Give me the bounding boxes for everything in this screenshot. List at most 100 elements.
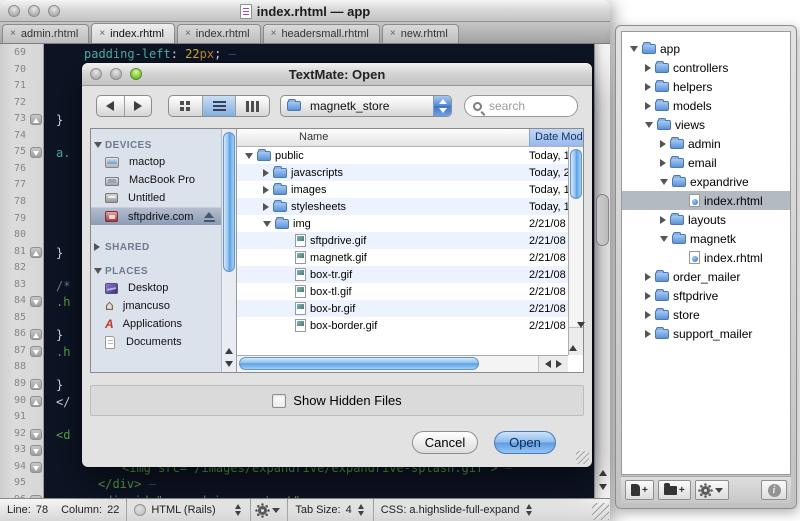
- fold-button[interactable]: [30, 462, 42, 473]
- tree-item-controllers-1[interactable]: controllers: [622, 58, 790, 77]
- scroll-up-arrow[interactable]: [599, 470, 607, 476]
- disclosure-triangle[interactable]: [263, 221, 271, 227]
- tab-index-rhtml-1[interactable]: ×index.rhtml: [91, 23, 175, 43]
- close-tab-icon[interactable]: ×: [271, 29, 277, 39]
- sidebar-scroll-up-arrow[interactable]: [225, 348, 233, 354]
- editor-scrollbar-thumb[interactable]: [596, 194, 609, 246]
- tree-item-store-14[interactable]: store: [622, 305, 790, 324]
- disclosure-triangle[interactable]: [245, 153, 253, 159]
- file-scroll-up-arrow[interactable]: [569, 328, 577, 351]
- icon-view-button[interactable]: [169, 96, 203, 116]
- tab-new-rhtml-4[interactable]: ×new.rhtml: [382, 24, 459, 43]
- file-list-vscroll-thumb[interactable]: [570, 149, 582, 199]
- tree-item-admin-5[interactable]: admin: [622, 134, 790, 153]
- sidebar-item-untitled[interactable]: Untitled: [91, 189, 221, 207]
- disclosure-triangle[interactable]: [645, 311, 651, 319]
- file-row-javascripts[interactable]: javascriptsToday, 2: [237, 164, 583, 181]
- disclosure-triangle[interactable]: [645, 64, 651, 72]
- sidebar-item-macbook-pro[interactable]: MacBook Pro: [91, 171, 221, 189]
- tree-item-layouts-9[interactable]: layouts: [622, 210, 790, 229]
- sidebar-item-jmancuso[interactable]: ⌂jmancuso: [91, 297, 221, 315]
- close-tab-icon[interactable]: ×: [99, 29, 105, 39]
- sidebar-scrollbar-thumb[interactable]: [223, 132, 235, 272]
- close-tab-icon[interactable]: ×: [10, 29, 16, 39]
- sidebar-scrollbar[interactable]: [221, 129, 236, 372]
- section-disclosure-triangle[interactable]: [94, 142, 102, 148]
- file-list-horizontal-scrollbar[interactable]: [237, 355, 568, 372]
- scope-popup[interactable]: CSS: a.highslide-full-expand: [374, 499, 541, 521]
- fold-button[interactable]: [30, 114, 42, 125]
- forward-button[interactable]: [125, 96, 152, 116]
- file-row-box-tr-gif[interactable]: box-tr.gif2/21/08: [237, 266, 583, 283]
- tree-item-models-3[interactable]: models: [622, 96, 790, 115]
- tab-headersmall-rhtml-3[interactable]: ×headersmall.rhtml: [263, 24, 380, 43]
- new-folder-button[interactable]: +: [658, 480, 691, 500]
- fold-button[interactable]: [30, 396, 42, 407]
- file-row-box-br-gif[interactable]: box-br.gif2/21/08: [237, 300, 583, 317]
- fold-button[interactable]: [30, 247, 42, 258]
- disclosure-triangle[interactable]: [645, 292, 651, 300]
- dialog-titlebar[interactable]: TextMate: Open: [82, 63, 592, 86]
- sidebar-item-desktop[interactable]: Desktop: [91, 279, 221, 297]
- cancel-button[interactable]: Cancel: [412, 431, 478, 454]
- fold-button[interactable]: [30, 379, 42, 390]
- file-scroll-left-arrow[interactable]: [545, 360, 551, 368]
- tab-admin-rhtml-0[interactable]: ×admin.rhtml: [2, 24, 89, 43]
- close-tab-icon[interactable]: ×: [185, 29, 191, 39]
- disclosure-triangle[interactable]: [660, 140, 666, 148]
- list-view-button[interactable]: [203, 96, 237, 116]
- search-input[interactable]: [487, 98, 569, 114]
- disclosure-triangle[interactable]: [645, 122, 653, 128]
- column-view-button[interactable]: [236, 96, 269, 116]
- date-modified-column-header[interactable]: Date Mod: [529, 129, 583, 146]
- sidebar-item-sftpdrive-com[interactable]: sftpdrive.com: [91, 207, 221, 225]
- disclosure-triangle[interactable]: [660, 216, 666, 224]
- new-file-button[interactable]: +: [625, 480, 654, 500]
- tree-item-helpers-2[interactable]: helpers: [622, 77, 790, 96]
- dialog-resize-grip[interactable]: [576, 451, 589, 464]
- file-row-public[interactable]: publicToday, 1: [237, 147, 583, 164]
- show-hidden-checkbox[interactable]: [272, 394, 286, 408]
- window-resize-grip[interactable]: [592, 503, 609, 520]
- close-tab-icon[interactable]: ×: [390, 29, 396, 39]
- tree-item-magnetk-10[interactable]: magnetk: [622, 229, 790, 248]
- sidebar-item-mactop[interactable]: mactop: [91, 153, 221, 171]
- disclosure-triangle[interactable]: [645, 273, 651, 281]
- tree-item-order_mailer-12[interactable]: order_mailer: [622, 267, 790, 286]
- back-button[interactable]: [97, 96, 125, 116]
- folder-popup[interactable]: magnetk_store: [280, 95, 452, 117]
- disclosure-triangle[interactable]: [263, 169, 269, 177]
- tree-item-index-rhtml-8[interactable]: index.rhtml: [622, 191, 790, 210]
- section-disclosure-triangle[interactable]: [94, 268, 102, 274]
- editor-vertical-scrollbar[interactable]: [594, 44, 610, 498]
- disclosure-triangle[interactable]: [660, 179, 668, 185]
- info-button[interactable]: i: [761, 480, 787, 500]
- fold-button[interactable]: [30, 147, 42, 158]
- tab-size-popup[interactable]: Tab Size: 4: [288, 499, 372, 521]
- sidebar-item-documents[interactable]: Documents: [91, 333, 221, 351]
- disclosure-triangle[interactable]: [660, 159, 666, 167]
- disclosure-triangle[interactable]: [645, 102, 651, 110]
- sidebar-item-applications[interactable]: AApplications: [91, 315, 221, 333]
- file-row-sftpdrive-gif[interactable]: sftpdrive.gif2/21/08: [237, 232, 583, 249]
- file-row-stylesheets[interactable]: stylesheetsToday, 1: [237, 198, 583, 215]
- file-scroll-down-arrow[interactable]: [577, 322, 585, 345]
- fold-button[interactable]: [30, 329, 42, 340]
- tree-item-views-4[interactable]: views: [622, 115, 790, 134]
- tree-item-sftpdrive-13[interactable]: sftpdrive: [622, 286, 790, 305]
- name-column-header[interactable]: Name: [299, 131, 328, 143]
- disclosure-triangle[interactable]: [645, 83, 651, 91]
- disclosure-triangle[interactable]: [630, 46, 638, 52]
- section-disclosure-triangle[interactable]: [94, 243, 100, 251]
- tab-index-rhtml-2[interactable]: ×index.rhtml: [177, 24, 261, 43]
- tree-item-app-0[interactable]: app: [622, 39, 790, 58]
- file-list-vertical-scrollbar[interactable]: [568, 147, 583, 355]
- drawer-actions-button[interactable]: [695, 480, 729, 500]
- file-scroll-right-arrow[interactable]: [556, 360, 562, 368]
- tree-item-index-rhtml-11[interactable]: index.rhtml: [622, 248, 790, 267]
- language-popup[interactable]: HTML (Rails): [127, 499, 250, 521]
- sidebar-scroll-down-arrow[interactable]: [225, 361, 233, 367]
- disclosure-triangle[interactable]: [645, 330, 651, 338]
- disclosure-triangle[interactable]: [660, 236, 668, 242]
- fold-button[interactable]: [30, 296, 42, 307]
